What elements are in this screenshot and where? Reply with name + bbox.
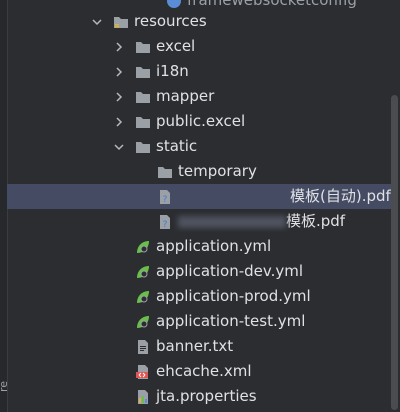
text-file-icon <box>134 338 152 356</box>
tree-row-application-dev-yml[interactable]: application-dev.yml <box>7 259 392 284</box>
spring-leaf-icon <box>134 263 152 281</box>
tree-row-pdf[interactable]: ? 模板.pdf <box>7 209 392 234</box>
tree-row-banner-txt[interactable]: banner.txt <box>7 334 392 359</box>
tree-row-mapper[interactable]: mapper <box>7 84 392 109</box>
tree-item-label: mapper <box>156 87 215 105</box>
project-tree: framewebsocketconfig resources excel i18… <box>0 0 392 412</box>
folder-icon <box>134 113 152 131</box>
chevron-down-icon[interactable] <box>90 15 104 29</box>
tree-item-label: excel <box>156 37 196 55</box>
spring-leaf-icon <box>134 238 152 256</box>
spring-leaf-icon <box>134 288 152 306</box>
tree-row-application-yml[interactable]: application.yml <box>7 234 392 259</box>
folder-icon <box>134 88 152 106</box>
tree-row-temporary[interactable]: temporary <box>7 159 392 184</box>
tree-item-label: static <box>156 137 198 155</box>
folder-icon <box>134 63 152 81</box>
tree-row-jta-properties[interactable]: jta.properties <box>7 384 392 409</box>
properties-file-icon <box>134 388 152 406</box>
tree-item-label: 模板.pdf <box>286 212 346 230</box>
tree-row-excel[interactable]: excel <box>7 34 392 59</box>
svg-text:?: ? <box>163 195 168 205</box>
tree-item-label: ehcache.xml <box>156 362 252 380</box>
tree-row-pdf-auto[interactable]: ? 模板(自动).pdf <box>7 184 392 209</box>
tree-item-label: application-prod.yml <box>156 287 311 305</box>
resources-folder-icon <box>112 13 130 31</box>
tree-item-label: 模板(自动).pdf <box>290 187 391 205</box>
tree-row-i18n[interactable]: i18n <box>7 59 392 84</box>
unknown-file-icon: ? <box>156 213 174 231</box>
vertical-scrollbar[interactable] <box>391 95 398 410</box>
tree-item-label: application-test.yml <box>156 312 306 330</box>
tree-row-ehcache-xml[interactable]: ehcache.xml <box>7 359 392 384</box>
spring-leaf-icon <box>134 313 152 331</box>
tree-item-label: banner.txt <box>156 337 234 355</box>
tree-row-application-prod-yml[interactable]: application-prod.yml <box>7 284 392 309</box>
folder-icon <box>134 38 152 56</box>
tree-item-label: application-dev.yml <box>156 262 304 280</box>
tree-item-label: temporary <box>178 162 257 180</box>
chevron-right-icon[interactable] <box>112 90 126 104</box>
tree-item-label: application.yml <box>156 237 272 255</box>
tree-row-application-test-yml[interactable]: application-test.yml <box>7 309 392 334</box>
chevron-right-icon[interactable] <box>112 40 126 54</box>
tree-item-label: i18n <box>156 62 189 80</box>
tree-row-static[interactable]: static <box>7 134 392 159</box>
tree-item-label: resources <box>134 12 207 30</box>
unknown-file-icon: ? <box>156 188 174 206</box>
tree-row-resources[interactable]: resources <box>7 9 392 34</box>
tree-item-label: public.excel <box>156 112 246 130</box>
svg-text:?: ? <box>163 220 168 230</box>
chevron-right-icon[interactable] <box>112 115 126 129</box>
xml-file-icon <box>134 363 152 381</box>
folder-icon <box>156 163 174 181</box>
chevron-right-icon[interactable] <box>112 65 126 79</box>
blurred-name <box>178 215 286 228</box>
chevron-down-icon[interactable] <box>112 140 126 154</box>
tree-item-label: jta.properties <box>156 387 257 405</box>
tree-row-public-excel[interactable]: public.excel <box>7 109 392 134</box>
folder-icon <box>134 138 152 156</box>
